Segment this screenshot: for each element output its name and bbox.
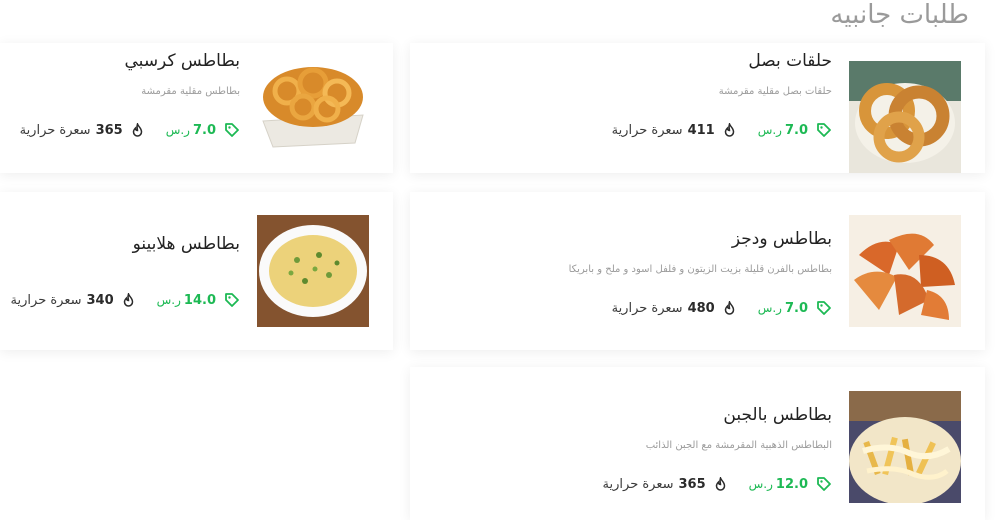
onion-rings-image [849,61,961,173]
calories-value: 365 [95,122,123,138]
currency-label: ر.س [757,123,782,137]
potato-wedges-image [849,215,961,327]
price: 12.0 ر.س [749,476,832,492]
menu-item-card[interactable]: بطاطس بالجبن البطاطس الذهبية المقرمشة مع… [410,367,985,520]
price-tag-icon [817,301,831,315]
price: 14.0 ر.س [157,292,240,308]
dish-description: حلقات بصل مقلية مقرمشة [718,86,832,97]
calories-label: سعرة حرارية [611,300,683,316]
dish-meta: 14.0 ر.س 340 سعرة حرارية [11,292,240,308]
calories-value: 365 [678,476,706,492]
price-tag-icon [225,293,239,307]
price-tag-icon [817,123,831,137]
jalapeno-fries-image [257,215,369,327]
menu-item-card[interactable]: حلقات بصل حلقات بصل مقلية مقرمشة 7.0 ر.س… [410,43,985,173]
price-tag-icon [225,123,239,137]
price-value: 7.0 [784,300,808,316]
dish-meta: 7.0 ر.س 365 سعرة حرارية [20,122,240,138]
calories-label: سعرة حرارية [602,476,674,492]
currency-label: ر.س [757,301,782,315]
calories: 480 سعرة حرارية [612,301,736,316]
dish-meta: 7.0 ر.س 411 سعرة حرارية [612,122,832,138]
menu-item-card[interactable]: بطاطس كرسبي بطاطس مقلية مقرمشة 7.0 ر.س 3… [0,43,393,173]
dish-description: بطاطس بالفرن قليلة بزيت الزيتون و فلفل ا… [568,264,832,275]
calories-value: 411 [687,122,715,138]
currency-label: ر.س [165,123,190,137]
calories: 365 سعرة حرارية [20,123,144,138]
price: 7.0 ر.س [166,122,240,138]
dish-description: بطاطس مقلية مقرمشة [141,86,240,97]
dish-name: بطاطس بالجبن [723,405,832,425]
calories-label: سعرة حرارية [611,122,683,138]
calories-value: 340 [86,292,114,308]
cheese-fries-image [849,391,961,503]
price-value: 7.0 [784,122,808,138]
fire-icon [123,293,133,307]
dish-name: بطاطس ودجز [731,229,832,249]
dish-meta: 7.0 ر.س 480 سعرة حرارية [612,300,832,316]
fire-icon [132,123,142,137]
price: 7.0 ر.س [758,300,832,316]
dish-description: البطاطس الذهبية المقرمشة مع الجبن الذائب [645,440,832,451]
dish-name: بطاطس هلابينو [132,234,240,254]
calories-value: 480 [687,300,715,316]
calories: 340 سعرة حرارية [11,293,135,308]
price: 7.0 ر.س [758,122,832,138]
price-value: 7.0 [192,122,216,138]
fire-icon [724,301,734,315]
calories: 411 سعرة حرارية [612,123,736,138]
curly-fries-image [257,51,369,163]
currency-label: ر.س [748,477,773,491]
section-title: طلبات جانبيه [830,0,969,30]
dish-name: بطاطس كرسبي [124,51,240,71]
currency-label: ر.س [156,293,181,307]
fire-icon [724,123,734,137]
price-value: 12.0 [775,476,808,492]
fire-icon [715,477,725,491]
price-value: 14.0 [183,292,216,308]
price-tag-icon [817,477,831,491]
dish-name: حلقات بصل [748,51,832,71]
calories: 365 سعرة حرارية [603,477,727,492]
menu-item-card[interactable]: بطاطس هلابينو 14.0 ر.س 340 سعرة حرارية [0,192,393,350]
dish-meta: 12.0 ر.س 365 سعرة حرارية [603,476,832,492]
calories-label: سعرة حرارية [19,122,91,138]
calories-label: سعرة حرارية [10,292,82,308]
menu-item-card[interactable]: بطاطس ودجز بطاطس بالفرن قليلة بزيت الزيت… [410,192,985,350]
